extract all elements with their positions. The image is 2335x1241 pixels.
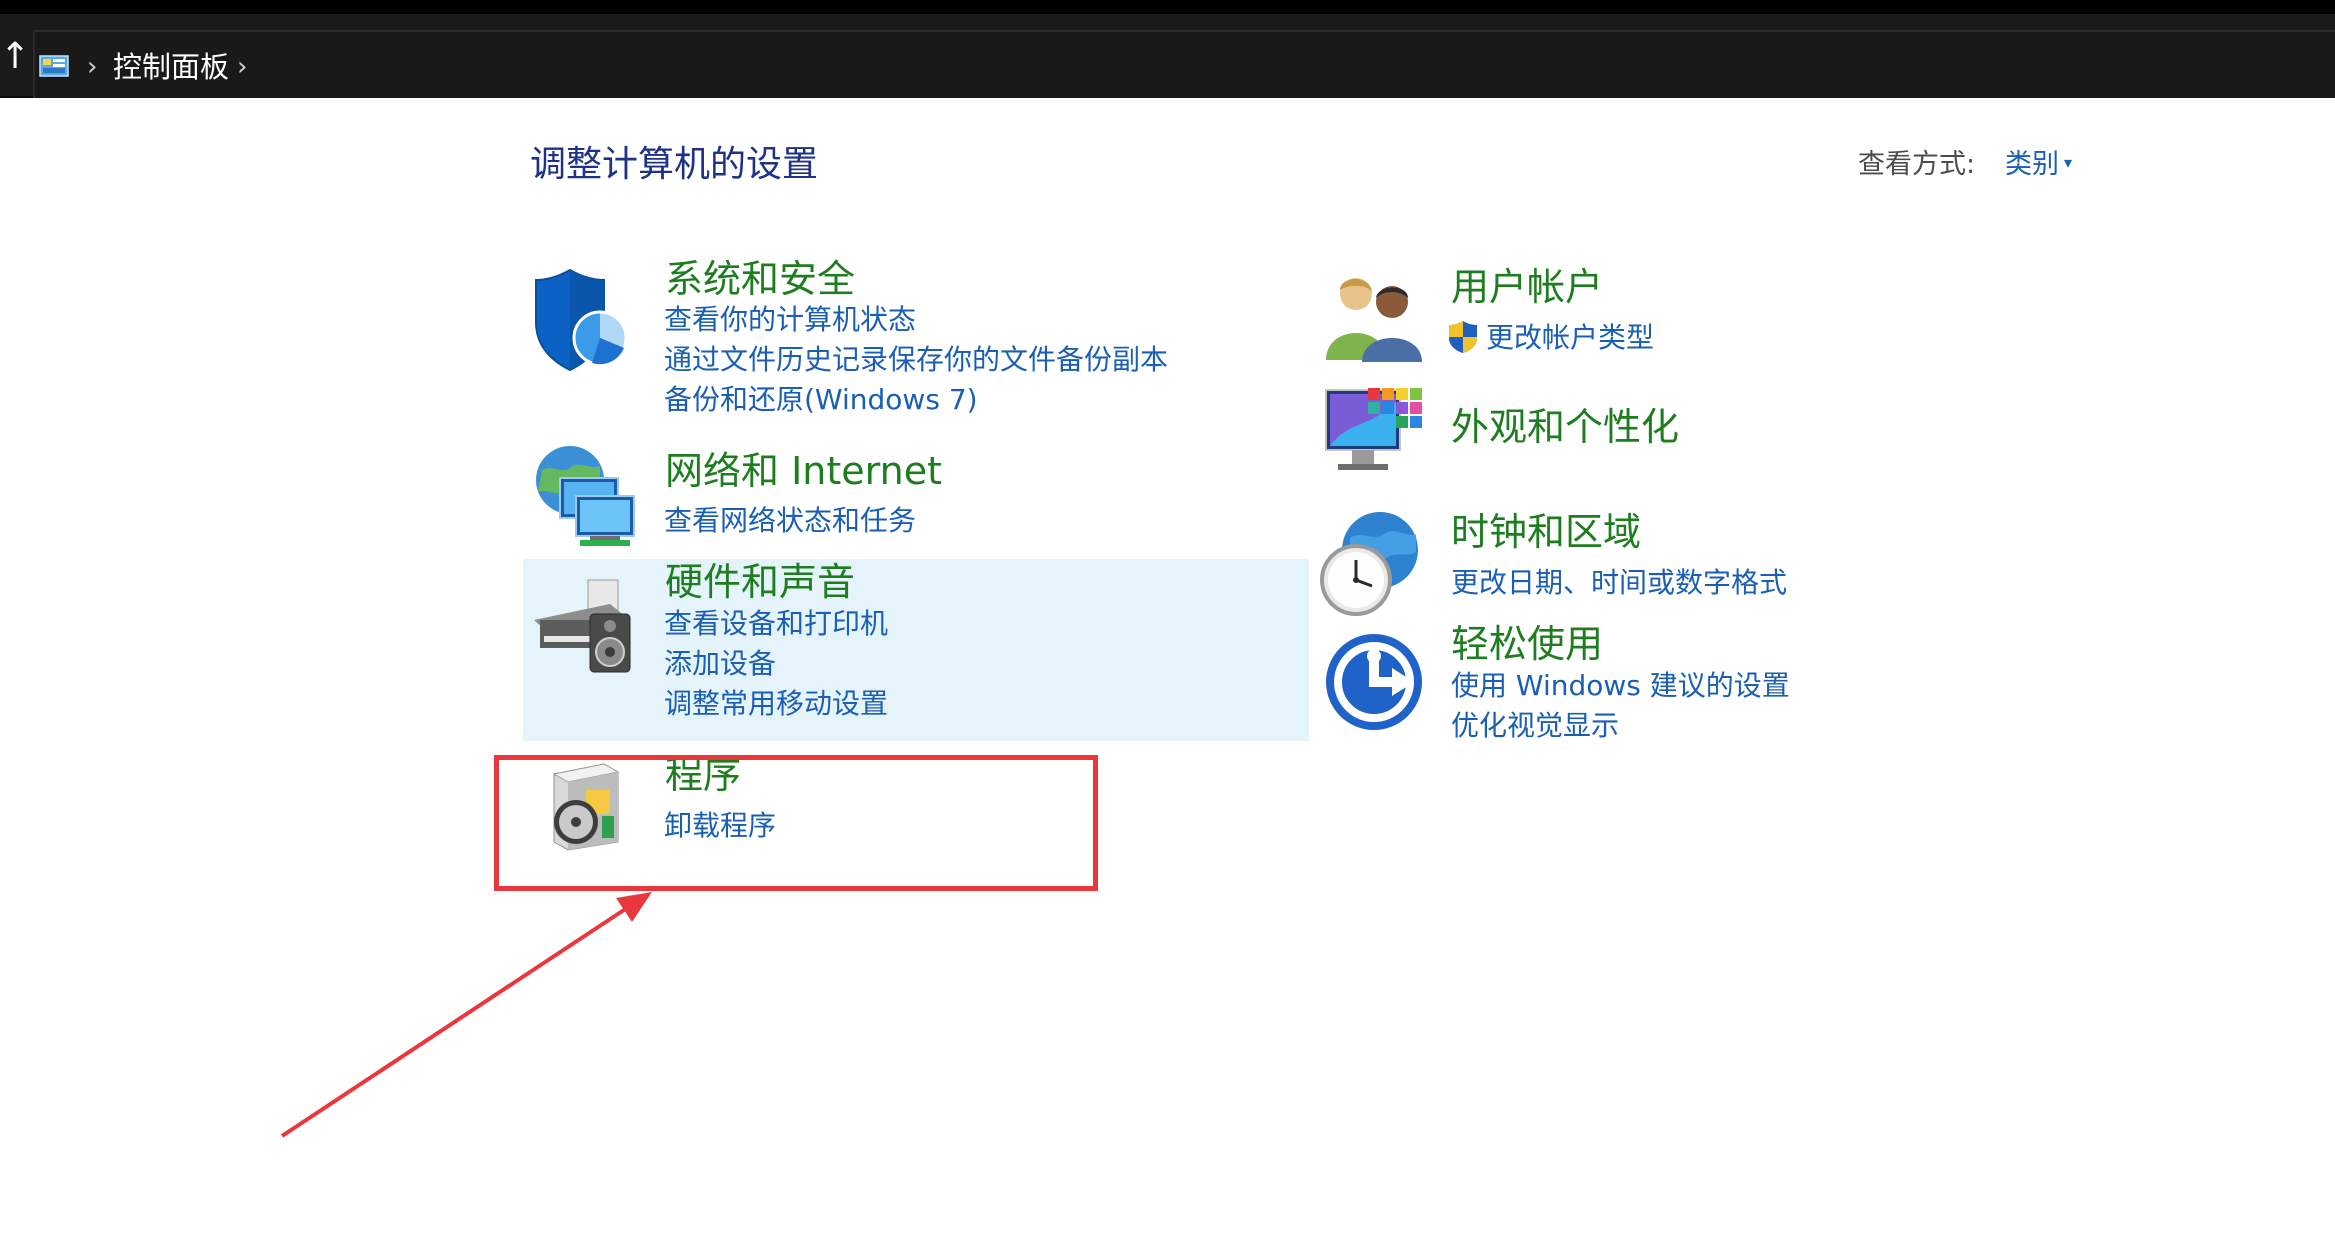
ease-of-access-icon[interactable] xyxy=(1322,630,1426,734)
link-backup-restore[interactable]: 备份和还原(Windows 7) xyxy=(664,382,978,418)
breadcrumb-control-panel[interactable]: 控制面板 xyxy=(113,50,229,84)
view-by-label: 查看方式: xyxy=(1858,149,1976,180)
category-title-user-accounts[interactable]: 用户帐户 xyxy=(1451,264,1603,310)
category-title-appearance[interactable]: 外观和个性化 xyxy=(1451,404,1679,450)
link-change-account-type[interactable]: 更改帐户类型 xyxy=(1486,320,1654,356)
window-top-strip xyxy=(0,0,2335,14)
chevron-right-icon[interactable]: › xyxy=(237,52,247,82)
clock-globe-icon[interactable] xyxy=(1316,508,1426,618)
printer-speaker-icon[interactable] xyxy=(530,576,640,676)
category-title-ease-of-access[interactable]: 轻松使用 xyxy=(1451,621,1603,667)
link-file-history[interactable]: 通过文件历史记录保存你的文件备份副本 xyxy=(664,342,1168,378)
view-by-dropdown[interactable]: 类别 xyxy=(2005,148,2059,182)
breadcrumb[interactable]: › 控制面板 › xyxy=(33,30,2335,98)
hardware-hover-background xyxy=(523,559,1309,741)
annotation-arrow xyxy=(280,892,652,1138)
category-title-hardware[interactable]: 硬件和声音 xyxy=(665,559,855,605)
chevron-down-icon[interactable]: ▾ xyxy=(2064,148,2072,178)
link-devices-printers[interactable]: 查看设备和打印机 xyxy=(664,606,888,642)
users-icon[interactable] xyxy=(1322,270,1426,362)
category-title-clock-region[interactable]: 时钟和区域 xyxy=(1451,509,1641,555)
link-optimize-visual-display[interactable]: 优化视觉显示 xyxy=(1451,708,1619,744)
control-panel-icon xyxy=(39,55,69,77)
network-globe-icon[interactable] xyxy=(530,440,640,550)
link-add-device[interactable]: 添加设备 xyxy=(664,646,776,682)
shield-icon[interactable] xyxy=(532,266,632,372)
category-title-network[interactable]: 网络和 Internet xyxy=(665,448,942,494)
annotation-highlight-box xyxy=(494,755,1098,891)
link-recommended-settings[interactable]: 使用 Windows 建议的设置 xyxy=(1451,668,1790,704)
address-bar: ↑ › 控制面板 › xyxy=(0,14,2335,98)
link-network-status[interactable]: 查看网络状态和任务 xyxy=(664,503,916,539)
up-arrow-icon[interactable]: ↑ xyxy=(0,32,30,82)
uac-shield-icon xyxy=(1449,321,1477,353)
link-view-computer-status[interactable]: 查看你的计算机状态 xyxy=(664,302,916,338)
link-mobility-settings[interactable]: 调整常用移动设置 xyxy=(664,686,888,722)
monitor-palette-icon[interactable] xyxy=(1322,384,1426,488)
chevron-right-icon: › xyxy=(87,52,98,82)
page-title: 调整计算机的设置 xyxy=(530,144,819,185)
link-date-time-format[interactable]: 更改日期、时间或数字格式 xyxy=(1451,565,1787,601)
category-title-system-security[interactable]: 系统和安全 xyxy=(665,256,855,302)
